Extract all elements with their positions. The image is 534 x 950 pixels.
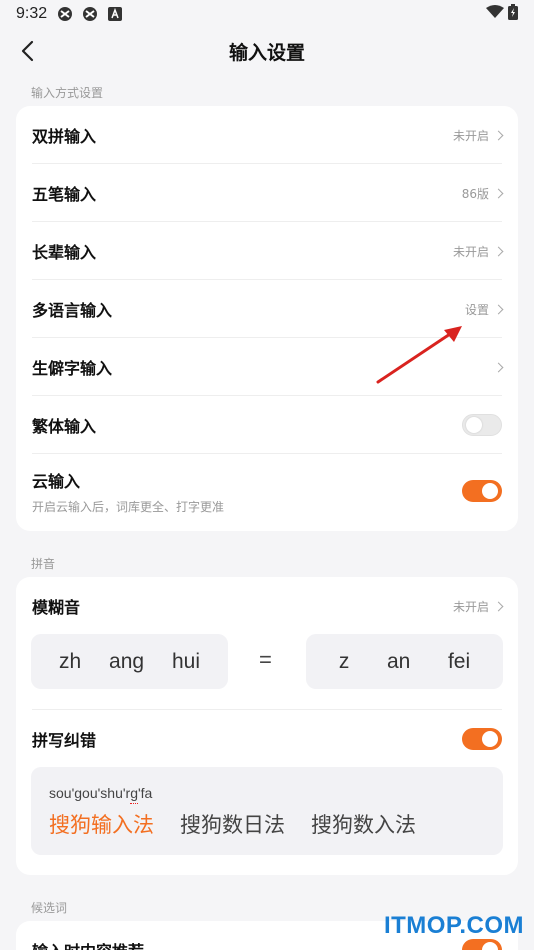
fuzzy-example-right: z an fei — [306, 634, 503, 689]
row-value — [489, 362, 504, 372]
candidate-list: 搜狗输入法 搜狗数日法 搜狗数入法 — [49, 809, 416, 839]
wifi-icon — [486, 5, 504, 23]
row-label: 拼写纠错 — [32, 731, 97, 750]
syllable: an — [386, 649, 411, 673]
row-elder[interactable]: 长辈输入 未开启 — [16, 222, 518, 280]
spell-correction-example: sou'gou'shu'rg'fa 搜狗输入法 搜狗数日法 搜狗数入法 — [31, 767, 503, 855]
top-app-bar: 输入设置 — [0, 28, 534, 74]
row-label: 生僻字输入 — [32, 359, 113, 378]
candidate-item: 搜狗数日法 — [180, 813, 285, 837]
row-label: 多语言输入 — [32, 301, 113, 320]
row-value: 设置 — [465, 301, 504, 318]
example-input-text: sou'gou'shu'rg'fa — [49, 785, 153, 801]
row-cloud: 云输入 开启云输入后，词库更全、打字更准 — [16, 454, 518, 528]
row-value: 未开启 — [453, 598, 504, 615]
candidate-item: 搜狗输入法 — [49, 813, 154, 837]
row-label: 模糊音 — [32, 598, 81, 617]
page-title: 输入设置 — [228, 41, 305, 64]
row-value: 86版 — [462, 185, 504, 202]
syllable: z — [338, 649, 350, 673]
chevron-right-icon — [493, 188, 504, 198]
row-traditional: 繁体输入 — [16, 396, 518, 454]
row-rare-chars[interactable]: 生僻字输入 — [16, 338, 518, 396]
section-label-input-methods: 输入方式设置 — [31, 86, 104, 100]
section-label-pinyin: 拼音 — [31, 557, 56, 571]
row-wubi[interactable]: 五笔输入 86版 — [16, 164, 518, 222]
input-methods-card: 双拼输入 未开启 五笔输入 86版 长辈输入 未开启 多语言输入 设置 生僻字输… — [16, 106, 518, 531]
battery-icon — [508, 4, 518, 24]
fuzzy-example-left: zh ang hui — [31, 634, 228, 689]
spell-correction-toggle[interactable] — [462, 728, 502, 750]
row-label: 五笔输入 — [32, 185, 97, 204]
syllable: zh — [58, 649, 82, 673]
equals-sign: = — [259, 647, 272, 672]
row-sublabel: 开启云输入后，词库更全、打字更准 — [32, 499, 225, 514]
row-fuzzy[interactable]: 模糊音 未开启 — [16, 577, 518, 635]
row-label: 云输入 — [32, 471, 81, 491]
row-label: 长辈输入 — [32, 243, 97, 262]
row-label: 繁体输入 — [32, 417, 97, 436]
row-value: 未开启 — [453, 243, 504, 260]
row-value: 未开启 — [453, 127, 504, 144]
cloud-toggle[interactable] — [462, 480, 502, 502]
font-app-icon — [107, 6, 123, 22]
syllable: fei — [447, 649, 471, 673]
traditional-toggle[interactable] — [462, 414, 502, 436]
status-time: 9:32 — [16, 5, 48, 22]
row-shuangpin[interactable]: 双拼输入 未开启 — [16, 106, 518, 164]
chevron-right-icon — [493, 362, 504, 372]
row-multilanguage[interactable]: 多语言输入 设置 — [16, 280, 518, 338]
candidate-item: 搜狗数入法 — [311, 813, 416, 837]
row-label: 双拼输入 — [32, 127, 97, 146]
row-label: 输入时内容推荐 — [32, 938, 144, 950]
chevron-right-icon — [493, 246, 504, 256]
back-arrow-icon[interactable] — [14, 38, 40, 64]
app-notification-icon-2 — [82, 6, 98, 22]
app-notification-icon — [57, 6, 73, 22]
syllable: ang — [109, 649, 145, 673]
section-label-candidates: 候选词 — [31, 901, 68, 915]
chevron-right-icon — [493, 130, 504, 140]
row-spell-correction: 拼写纠错 — [16, 710, 518, 768]
chevron-right-icon — [493, 304, 504, 314]
syllable: hui — [172, 649, 201, 673]
chevron-right-icon — [493, 601, 504, 611]
status-bar: 9:32 — [0, 0, 534, 28]
pinyin-card: 模糊音 未开启 zh ang hui = z an fei 拼写纠错 sou'g… — [16, 577, 518, 875]
content-recommend-toggle[interactable] — [462, 939, 502, 950]
watermark: ITMOP.COM — [383, 912, 524, 939]
